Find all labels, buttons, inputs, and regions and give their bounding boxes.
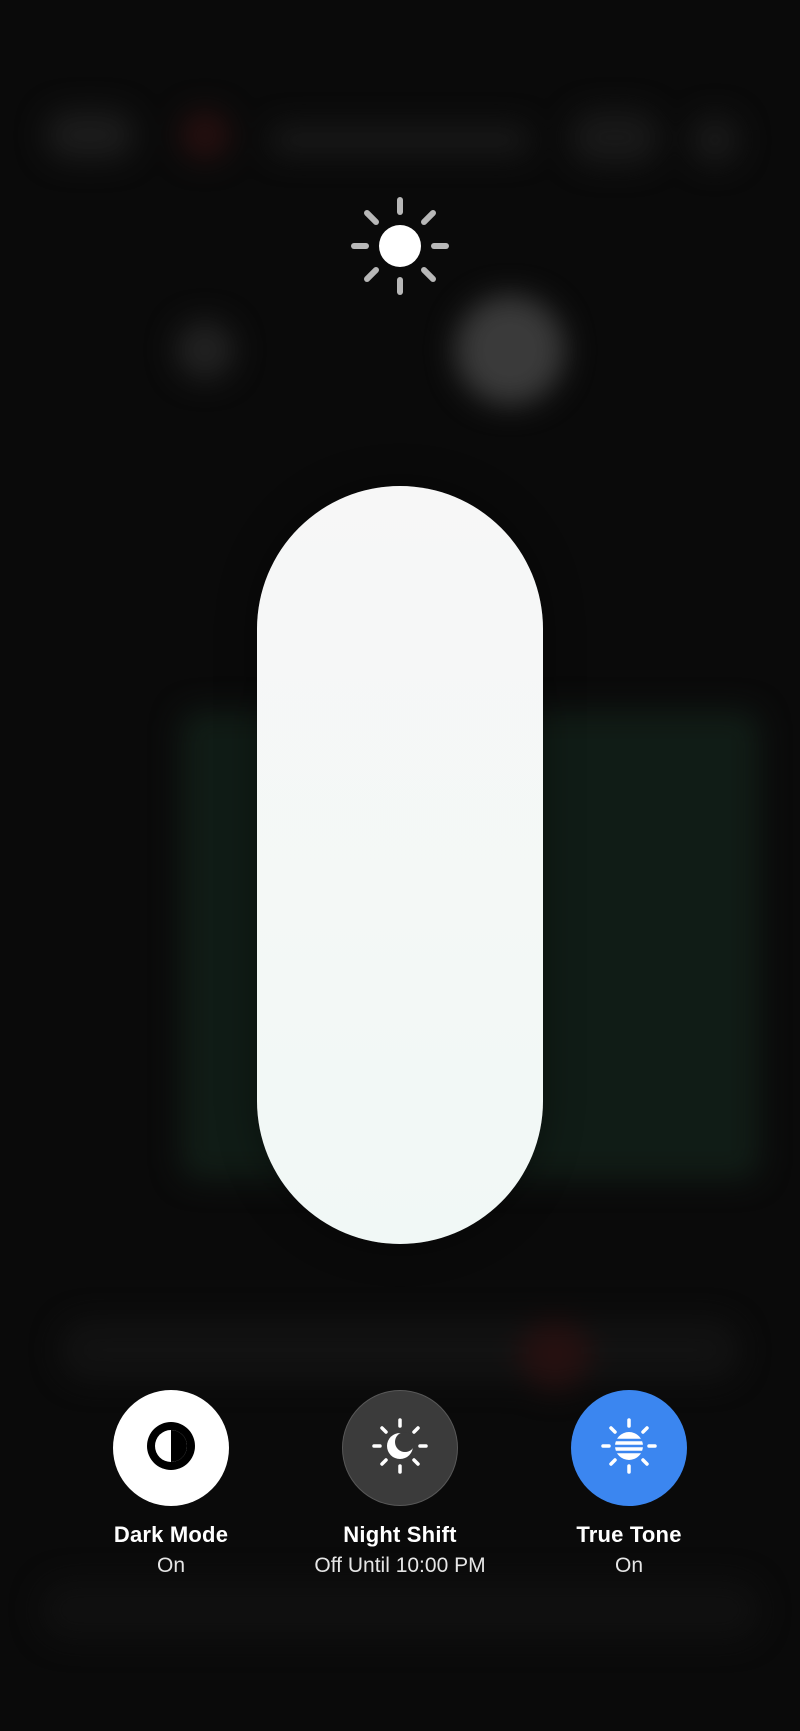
sun-lines-icon xyxy=(599,1416,659,1481)
sun-icon xyxy=(350,196,450,296)
half-circle-contrast-icon xyxy=(143,1418,199,1479)
night-shift-control: Night Shift Off Until 10:00 PM xyxy=(270,1390,530,1578)
brightness-slider-fill xyxy=(257,486,543,1244)
dark-mode-label: Dark Mode xyxy=(113,1522,229,1547)
true-tone-status: On xyxy=(614,1554,643,1577)
brightness-slider[interactable] xyxy=(257,486,543,1244)
display-controls: Dark Mode On Night Shift Off Until 10:00… xyxy=(0,1390,800,1590)
true-tone-label: True Tone xyxy=(576,1522,682,1547)
true-tone-button[interactable] xyxy=(571,1390,687,1506)
true-tone-control: True Tone On xyxy=(499,1390,759,1578)
night-shift-button[interactable] xyxy=(342,1390,458,1506)
dark-mode-status: On xyxy=(156,1554,185,1577)
dark-mode-button[interactable] xyxy=(113,1390,229,1506)
night-shift-label: Night Shift xyxy=(343,1522,457,1547)
night-shift-status: Off Until 10:00 PM xyxy=(314,1554,486,1577)
sun-moon-icon xyxy=(370,1416,430,1481)
dark-mode-control: Dark Mode On xyxy=(41,1390,301,1578)
